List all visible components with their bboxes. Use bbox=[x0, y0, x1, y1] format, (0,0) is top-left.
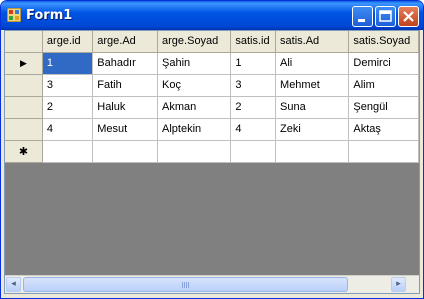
maximize-button[interactable] bbox=[375, 6, 396, 27]
grid-cell[interactable] bbox=[157, 140, 232, 163]
new-row: ✱ bbox=[5, 140, 419, 163]
grid-cell[interactable]: Aktaş bbox=[348, 118, 419, 141]
grid-cell[interactable]: Koç bbox=[157, 74, 232, 97]
title-bar[interactable]: Form1 bbox=[1, 1, 423, 30]
table-row: 2 Haluk Akman 2 Suna Şengül bbox=[5, 96, 419, 119]
row-header[interactable] bbox=[5, 74, 43, 97]
app-icon[interactable] bbox=[7, 8, 21, 22]
scroll-right-button[interactable]: ▸ bbox=[391, 277, 406, 292]
grid-cell[interactable]: Akman bbox=[157, 96, 232, 119]
grid-cell[interactable]: 2 bbox=[42, 96, 94, 119]
row-header[interactable]: ✱ bbox=[5, 140, 43, 163]
data-grid[interactable]: arge.id arge.Ad arge.Soyad satis.id sati… bbox=[4, 30, 420, 294]
corner-header[interactable] bbox=[5, 31, 43, 53]
grid-cell[interactable] bbox=[42, 140, 94, 163]
scroll-left-button[interactable]: ◂ bbox=[6, 277, 21, 292]
table-row: 4 Mesut Alptekin 4 Zeki Aktaş bbox=[5, 118, 419, 141]
close-icon bbox=[403, 11, 414, 22]
scroll-thumb[interactable] bbox=[23, 277, 348, 292]
column-header[interactable]: arge.Soyad bbox=[157, 31, 232, 53]
row-header[interactable]: ▶ bbox=[5, 52, 43, 75]
grid-cell[interactable]: Bahadır bbox=[92, 52, 159, 75]
new-row-asterisk-icon: ✱ bbox=[18, 145, 29, 158]
column-header[interactable]: satis.Ad bbox=[275, 31, 350, 53]
column-header[interactable]: satis.Soyad bbox=[348, 31, 419, 53]
grid-cell[interactable]: Alptekin bbox=[157, 118, 232, 141]
window-title: Form1 bbox=[26, 8, 73, 23]
grid-cell[interactable]: Haluk bbox=[92, 96, 159, 119]
minimize-button[interactable] bbox=[352, 6, 373, 27]
grid-cell[interactable] bbox=[230, 140, 277, 163]
grid-cell[interactable]: Zeki bbox=[275, 118, 350, 141]
arrow-right-icon: ▸ bbox=[396, 279, 401, 289]
column-header[interactable]: arge.Ad bbox=[92, 31, 159, 53]
column-header[interactable]: satis.id bbox=[230, 31, 277, 53]
maximize-icon bbox=[379, 10, 392, 22]
grip-icon bbox=[182, 282, 190, 288]
header-row: arge.id arge.Ad arge.Soyad satis.id sati… bbox=[5, 31, 419, 53]
grid-cell[interactable]: Şengül bbox=[348, 96, 419, 119]
table-row: ▶ 1 Bahadır Şahin 1 Ali Demirci bbox=[5, 52, 419, 75]
grid-cell[interactable]: Suna bbox=[275, 96, 350, 119]
grid-cell[interactable] bbox=[348, 140, 419, 163]
minimize-icon bbox=[358, 19, 365, 22]
grid-cell[interactable]: 4 bbox=[42, 118, 94, 141]
arrow-left-icon: ◂ bbox=[11, 279, 16, 289]
grid-cell[interactable]: Ali bbox=[275, 52, 350, 75]
grid-cell[interactable]: Alim bbox=[348, 74, 419, 97]
grid-cell[interactable]: Mehmet bbox=[275, 74, 350, 97]
form-window: Form1 arge.id arge.Ad arge.Soyad satis.i… bbox=[0, 0, 424, 299]
horizontal-scrollbar[interactable]: ◂ ▸ bbox=[5, 275, 419, 293]
grid-cell[interactable]: 3 bbox=[42, 74, 94, 97]
row-header[interactable] bbox=[5, 118, 43, 141]
close-button[interactable] bbox=[398, 6, 419, 27]
column-header[interactable]: arge.id bbox=[42, 31, 94, 53]
grid-table: arge.id arge.Ad arge.Soyad satis.id sati… bbox=[5, 31, 419, 163]
grid-cell[interactable]: Şahin bbox=[157, 52, 232, 75]
grid-cell[interactable]: 2 bbox=[230, 96, 277, 119]
current-row-indicator-icon: ▶ bbox=[20, 58, 27, 68]
grid-cell[interactable]: Fatih bbox=[92, 74, 159, 97]
grid-cell[interactable] bbox=[275, 140, 350, 163]
grid-cell[interactable]: 4 bbox=[230, 118, 277, 141]
grid-cell[interactable]: 1 bbox=[230, 52, 277, 75]
grid-cell[interactable] bbox=[92, 140, 159, 163]
grid-cell[interactable]: Demirci bbox=[348, 52, 419, 75]
grid-cell[interactable]: 1 bbox=[42, 52, 94, 75]
table-row: 3 Fatih Koç 3 Mehmet Alim bbox=[5, 74, 419, 97]
grid-cell[interactable]: 3 bbox=[230, 74, 277, 97]
grid-cell[interactable]: Mesut bbox=[92, 118, 159, 141]
row-header[interactable] bbox=[5, 96, 43, 119]
